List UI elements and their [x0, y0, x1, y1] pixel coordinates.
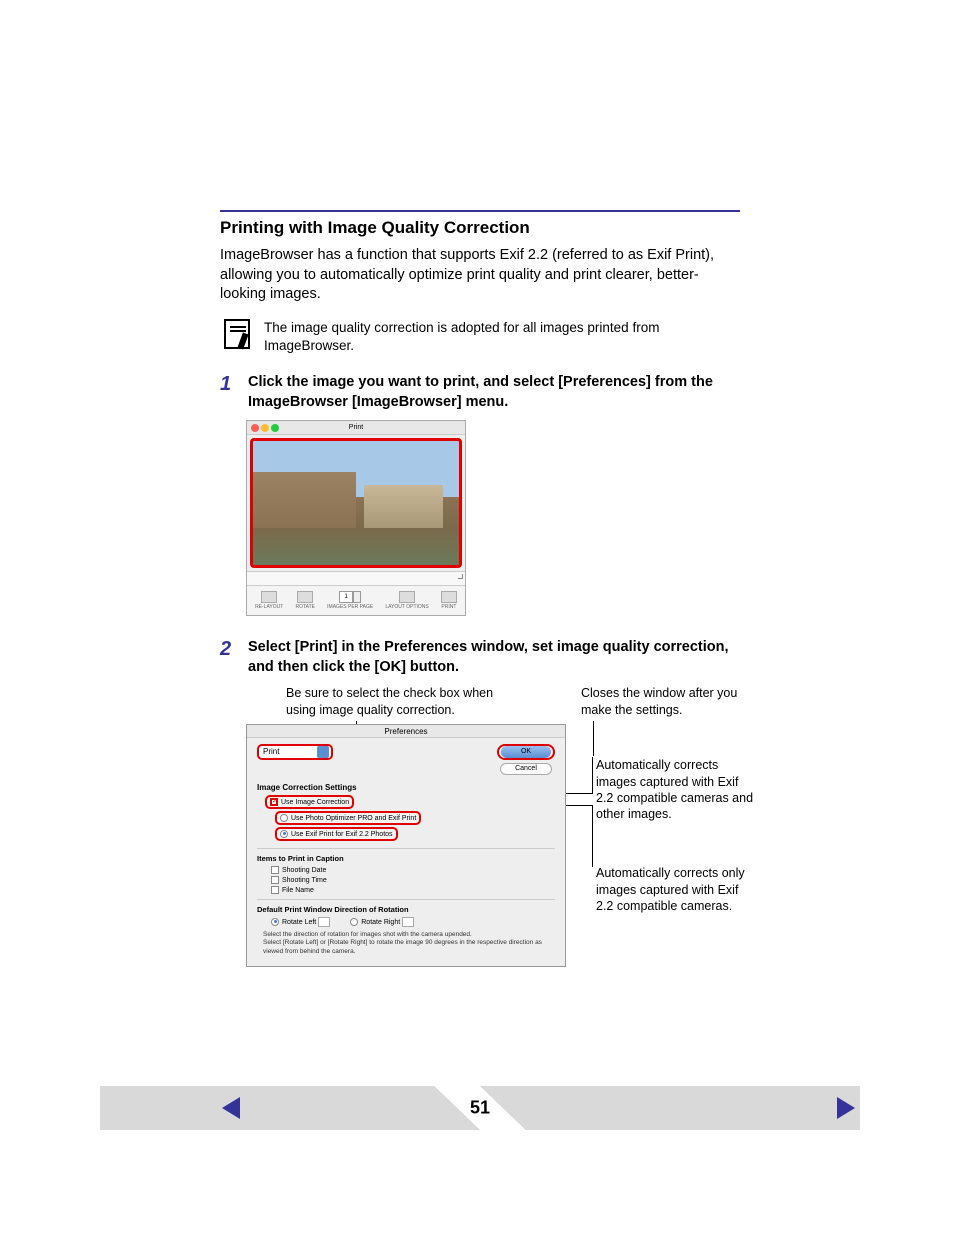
window-traffic-lights	[251, 424, 279, 432]
previous-page-arrow[interactable]	[222, 1097, 240, 1119]
group-image-correction-label: Image Correction Settings	[257, 783, 555, 792]
section-title: Printing with Image Quality Correction	[220, 218, 740, 238]
file-name-checkbox[interactable]: File Name	[271, 886, 555, 894]
rotate-left-radio[interactable]: Rotate Left	[271, 917, 330, 927]
preferences-title: Preferences	[247, 725, 565, 738]
step-1-number: 1	[220, 373, 238, 412]
step-2-number: 2	[220, 638, 238, 677]
exif-print-radio[interactable]: Use Exif Print for Exif 2.2 Photos	[275, 827, 398, 841]
ok-button[interactable]: OK	[501, 746, 551, 758]
rotate-button[interactable]: ROTATE	[295, 591, 315, 610]
shooting-date-checkbox[interactable]: Shooting Date	[271, 866, 555, 874]
callout-checkbox: Be sure to select the check box when usi…	[286, 685, 521, 718]
images-per-page-stepper[interactable]: 1 IMAGES PER PAGE	[327, 591, 373, 610]
print-button[interactable]: PRINT	[441, 591, 457, 610]
rotation-help-2: Select [Rotate Left] or [Rotate Right] t…	[263, 939, 555, 956]
layout-options-button[interactable]: LAYOUT OPTIONS	[385, 591, 428, 610]
callout-close: Closes the window after you make the set…	[581, 685, 756, 718]
shooting-time-checkbox[interactable]: Shooting Time	[271, 876, 555, 884]
page-number: 51	[470, 1098, 490, 1119]
print-preview-image	[250, 438, 462, 568]
next-page-arrow[interactable]	[837, 1097, 855, 1119]
note-text: The image quality correction is adopted …	[264, 319, 740, 355]
group-caption-label: Items to Print in Caption	[257, 854, 555, 863]
preferences-window-figure: Preferences Print OK Cancel Image Correc…	[246, 724, 566, 967]
print-window-figure: Print RE-LAYOUT ROTATE 1	[246, 420, 466, 616]
group-rotation-label: Default Print Window Direction of Rotati…	[257, 905, 555, 914]
ok-button-highlight: OK	[497, 744, 555, 760]
use-image-correction-checkbox[interactable]: Use Image Correction	[265, 795, 354, 809]
print-window-title: Print	[349, 424, 363, 431]
note-icon	[224, 319, 250, 349]
rotation-help-1: Select the direction of rotation for ima…	[263, 931, 555, 939]
rotate-right-radio[interactable]: Rotate Right	[350, 917, 414, 927]
callout-photo-optimizer: Automatically corrects images captured w…	[596, 757, 756, 822]
cancel-button[interactable]: Cancel	[500, 763, 552, 775]
intro-text: ImageBrowser has a function that support…	[220, 246, 740, 305]
photo-optimizer-radio[interactable]: Use Photo Optimizer PRO and Exif Print	[275, 811, 421, 825]
preferences-category-select[interactable]: Print	[257, 744, 333, 760]
callout-exif-print: Automatically corrects only images captu…	[596, 865, 756, 914]
relayout-button[interactable]: RE-LAYOUT	[255, 591, 283, 610]
step-2-text: Select [Print] in the Preferences window…	[248, 638, 740, 677]
step-1-text: Click the image you want to print, and s…	[248, 373, 740, 412]
